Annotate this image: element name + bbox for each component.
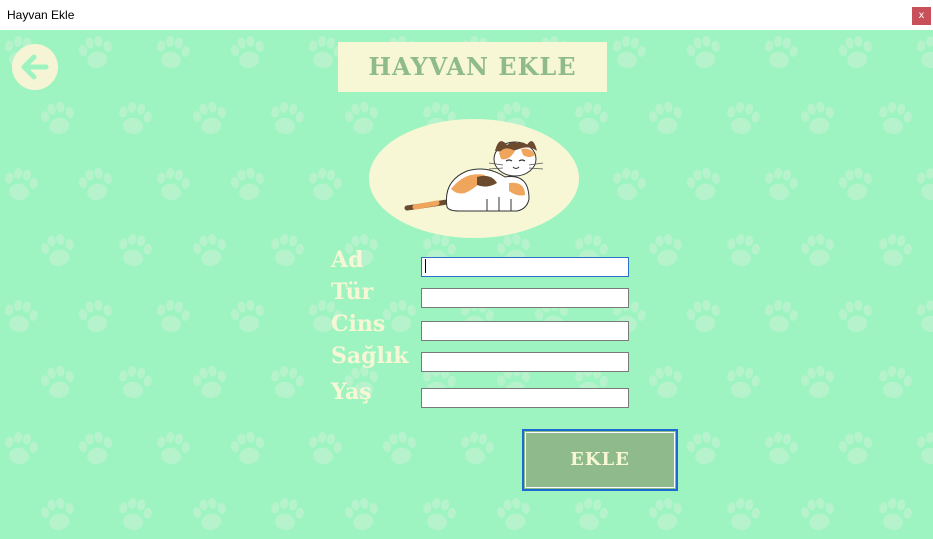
- paw-print-icon: [609, 165, 648, 203]
- age-label: Yaş: [331, 379, 372, 405]
- paw-print-icon: [190, 363, 230, 402]
- text-caret: [425, 259, 426, 273]
- name-field[interactable]: [421, 257, 629, 277]
- type-label: Tür: [331, 279, 374, 305]
- paw-print-icon: [267, 495, 306, 533]
- paw-print-icon: [723, 99, 762, 137]
- paw-print-icon: [609, 33, 648, 71]
- paw-print-icon: [76, 33, 116, 72]
- paw-print-icon: [494, 495, 534, 534]
- paw-print-icon: [342, 495, 382, 534]
- paw-print-icon: [646, 231, 686, 270]
- paw-print-icon: [267, 363, 306, 401]
- paw-print-icon: [1, 297, 40, 335]
- paw-print-icon: [723, 231, 762, 269]
- paw-print-icon: [761, 165, 800, 203]
- paw-print-icon: [875, 99, 914, 137]
- paw-print-icon: [115, 495, 154, 533]
- paw-print-icon: [115, 99, 154, 137]
- paw-print-icon: [153, 165, 192, 203]
- paw-print-icon: [76, 429, 116, 468]
- page-header: HAYVAN EKLE: [338, 42, 607, 92]
- window-title: Hayvan Ekle: [7, 8, 75, 22]
- breed-label: Cins: [331, 311, 386, 337]
- add-button-label: EKLE: [570, 449, 630, 470]
- paw-print-icon: [38, 363, 78, 402]
- paw-print-icon: [875, 363, 914, 401]
- paw-print-icon: [38, 99, 78, 138]
- paw-print-icon: [153, 297, 192, 335]
- paw-print-icon: [646, 363, 686, 402]
- paw-print-icon: [190, 99, 230, 138]
- breed-field[interactable]: [421, 321, 629, 341]
- paw-print-icon: [190, 231, 230, 270]
- paw-print-icon: [684, 165, 724, 204]
- paw-print-icon: [836, 165, 876, 204]
- paw-print-icon: [1, 429, 40, 467]
- paw-print-icon: [1, 165, 40, 203]
- back-button[interactable]: [12, 44, 58, 90]
- paw-print-icon: [761, 297, 800, 335]
- cat-icon: [404, 141, 544, 212]
- name-label: Ad: [331, 247, 364, 273]
- paw-print-icon: [684, 33, 724, 72]
- health-label: Sağlık: [331, 343, 409, 369]
- arrow-left-icon: [21, 54, 49, 80]
- paw-print-icon: [913, 165, 933, 203]
- health-field[interactable]: [421, 352, 629, 372]
- paw-print-icon: [305, 165, 344, 203]
- paw-print-icon: [190, 495, 230, 534]
- paw-print-background: [1, 33, 933, 534]
- paw-print-icon: [913, 33, 933, 71]
- age-field[interactable]: [421, 388, 629, 408]
- paw-print-icon: [457, 429, 496, 467]
- paw-print-icon: [305, 429, 344, 467]
- add-button[interactable]: EKLE: [522, 429, 678, 491]
- paw-print-icon: [571, 495, 610, 533]
- paw-print-icon: [419, 495, 458, 533]
- page-title: HAYVAN EKLE: [368, 52, 577, 81]
- paw-print-icon: [684, 429, 724, 468]
- type-field[interactable]: [421, 288, 629, 308]
- paw-print-icon: [228, 33, 268, 72]
- paw-print-icon: [723, 363, 762, 401]
- paw-print-icon: [380, 297, 420, 336]
- paw-print-icon: [115, 231, 154, 269]
- title-bar: Hayvan Ekle x: [0, 0, 933, 30]
- paw-print-icon: [684, 297, 724, 336]
- paw-print-icon: [913, 297, 933, 335]
- paw-print-icon: [875, 495, 914, 533]
- paw-print-icon: [836, 297, 876, 336]
- paw-print-icon: [267, 99, 306, 137]
- paw-print-icon: [913, 429, 933, 467]
- paw-print-icon: [798, 99, 838, 138]
- paw-print-icon: [38, 495, 78, 534]
- paw-print-icon: [76, 165, 116, 204]
- paw-print-icon: [761, 429, 800, 467]
- paw-print-icon: [228, 297, 268, 336]
- paw-print-icon: [228, 165, 268, 204]
- paw-print-icon: [761, 33, 800, 71]
- cat-illustration: [369, 119, 579, 238]
- paw-print-icon: [228, 429, 268, 468]
- close-button[interactable]: x: [912, 7, 931, 25]
- paw-print-icon: [836, 33, 876, 72]
- paw-print-icon: [115, 363, 154, 401]
- paw-print-icon: [76, 297, 116, 336]
- paw-print-icon: [646, 99, 686, 138]
- paw-print-icon: [646, 495, 686, 534]
- paw-print-icon: [380, 429, 420, 468]
- paw-print-icon: [798, 231, 838, 270]
- paw-print-icon: [153, 33, 192, 71]
- paw-print-icon: [798, 363, 838, 402]
- paw-print-icon: [798, 495, 838, 534]
- paw-print-icon: [875, 231, 914, 269]
- paw-print-icon: [38, 231, 78, 270]
- paw-print-icon: [723, 495, 762, 533]
- paw-print-icon: [153, 429, 192, 467]
- main-panel: HAYVAN EKLE Ad Tür Cins Sağlık Yaş EKLE: [0, 30, 933, 539]
- paw-print-icon: [267, 231, 306, 269]
- paw-print-icon: [836, 429, 876, 468]
